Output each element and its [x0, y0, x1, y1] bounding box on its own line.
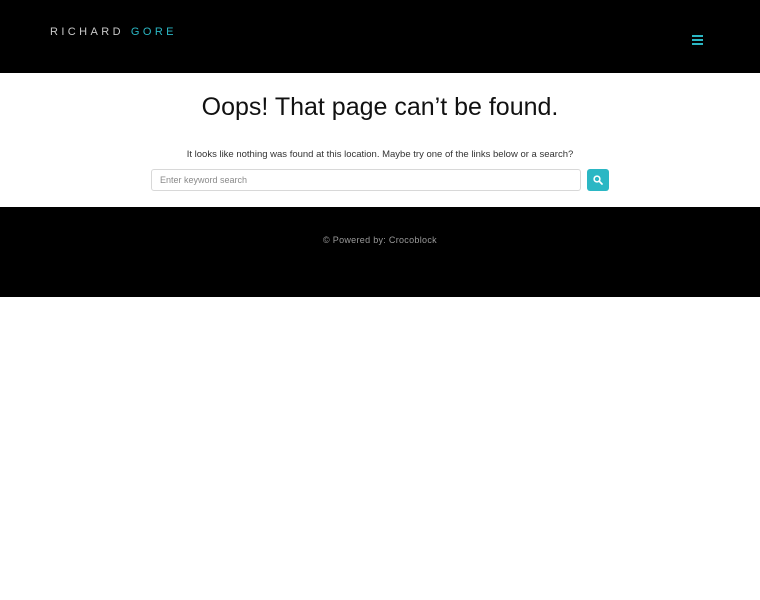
- search-icon: [593, 175, 603, 185]
- search-button[interactable]: [587, 169, 609, 191]
- hamburger-icon[interactable]: [692, 35, 704, 45]
- not-found-message: It looks like nothing was found at this …: [186, 149, 574, 160]
- logo-first-word: RICHARD: [50, 26, 124, 38]
- search-input[interactable]: [151, 169, 581, 191]
- logo-last-word: GORE: [130, 26, 177, 38]
- copyright-text: © Powered by: Crocoblock: [323, 235, 437, 245]
- page-title: Oops! That page can’t be found.: [201, 93, 559, 121]
- site-header: RICHARD GORE: [0, 0, 760, 73]
- search-form: [151, 169, 609, 191]
- site-logo[interactable]: RICHARD GORE: [50, 26, 177, 39]
- site-footer: © Powered by: Crocoblock: [0, 207, 760, 297]
